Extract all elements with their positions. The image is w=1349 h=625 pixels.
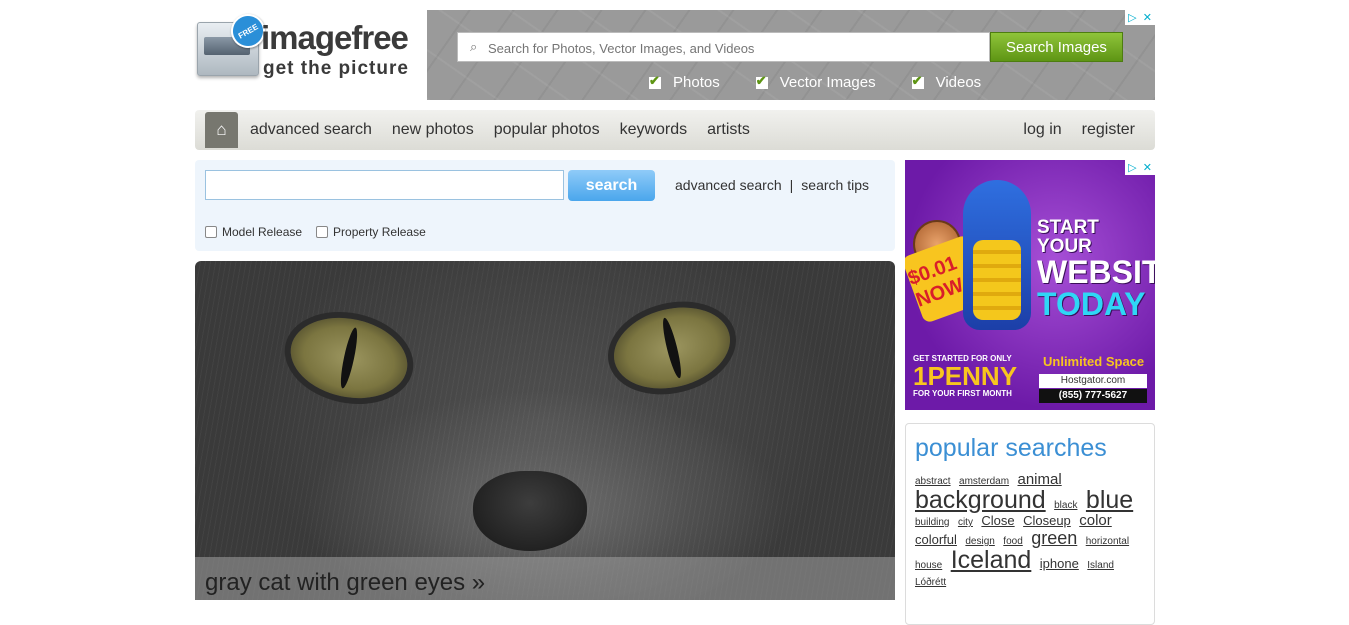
ad-search-input[interactable] — [486, 37, 985, 59]
tag-link[interactable]: Iceland — [951, 546, 1032, 574]
ad-headline-line: TODAY — [1037, 286, 1146, 322]
ad-penny-line2: FOR YOUR FIRST MONTH — [913, 389, 1012, 398]
checkbox-icon[interactable] — [316, 226, 329, 238]
home-icon: ⌂ — [216, 120, 227, 139]
ad-info-icon[interactable]: ▷ — [1128, 11, 1136, 24]
featured-caption-bar[interactable]: gray cat with green eyes » — [195, 557, 895, 600]
ad-unlimited: Unlimited Space — [1043, 354, 1145, 369]
search-panel: search advanced search | search tips Model… — [195, 160, 895, 251]
featured-caption[interactable]: gray cat with green eyes » — [205, 569, 485, 597]
checkbox-checked-icon[interactable] — [911, 73, 924, 89]
search-button[interactable]: search — [568, 170, 655, 201]
cat-nose — [473, 471, 587, 551]
checkbox-icon[interactable] — [205, 226, 217, 238]
nav-keywords[interactable]: keywords — [620, 121, 688, 139]
tag-link[interactable]: Lóðrétt — [915, 577, 946, 588]
tag-link[interactable]: iphone — [1040, 556, 1079, 571]
gator-mascot-icon — [963, 180, 1031, 330]
ad-phone: (855) 777-5627 — [1039, 389, 1147, 403]
ad-offer: GET STARTED FOR ONLY 1PENNY FOR YOUR FIR… — [905, 348, 1155, 410]
tag-link[interactable]: colorful — [915, 532, 957, 547]
ad-info-icon[interactable]: ▷ — [1128, 161, 1136, 174]
nav-artists[interactable]: artists — [707, 121, 750, 139]
tag-link[interactable]: city — [958, 517, 973, 528]
ad-close-icon[interactable]: ✕ — [1143, 11, 1152, 24]
search-icon: ⌕ — [470, 39, 478, 54]
tag-link[interactable]: Closeup — [1023, 513, 1071, 528]
tag-link[interactable]: green — [1031, 528, 1077, 548]
ad-check-photos[interactable]: Photos — [649, 73, 720, 91]
model-release-checkbox[interactable]: Model Release — [205, 225, 302, 239]
tag-link[interactable]: black — [1054, 500, 1077, 511]
tag-link[interactable]: Island — [1087, 560, 1114, 571]
checkbox-checked-icon[interactable] — [649, 73, 661, 89]
tag-link[interactable]: building — [915, 517, 949, 528]
popular-searches: popular searches abstract amsterdam anim… — [905, 423, 1155, 625]
popular-searches-title: popular searches — [915, 434, 1107, 462]
property-release-checkbox[interactable]: Property Release — [316, 225, 426, 239]
ad-penny-big: 1PENNY — [913, 361, 1018, 391]
search-input[interactable] — [205, 170, 564, 200]
link-separator: | — [789, 177, 794, 193]
register-link[interactable]: register — [1082, 121, 1135, 139]
nav-popular-photos[interactable]: popular photos — [494, 121, 600, 139]
ad-check-vector-images[interactable]: Vector Images — [755, 73, 876, 91]
nav-links: advanced search new photos popular photo… — [250, 110, 770, 150]
site-logo[interactable]: FREE imagefree get the picture — [195, 7, 421, 86]
ad-type-filters: Photos Vector Images Videos — [649, 73, 1017, 91]
logo-title: imagefree — [261, 19, 409, 56]
advanced-search-link[interactable]: advanced search — [675, 177, 782, 193]
ad-close-icon[interactable]: ✕ — [1143, 161, 1152, 174]
main-nav: ⌂ advanced search new photos popular pho… — [195, 110, 1155, 150]
nav-new-photos[interactable]: new photos — [392, 121, 474, 139]
search-links: advanced search | search tips — [675, 177, 869, 193]
nav-account: log in register — [1023, 110, 1155, 150]
top-ad-banner[interactable]: ▷ ✕ ⌕ Search Images Photos Vector Images… — [427, 10, 1155, 100]
search-images-button[interactable]: Search Images — [990, 32, 1123, 62]
ad-check-label: Photos — [673, 74, 720, 91]
nav-advanced-search[interactable]: advanced search — [250, 121, 372, 139]
search-tips-link[interactable]: search tips — [801, 177, 869, 193]
tag-link[interactable]: horizontal — [1086, 536, 1129, 547]
ad-check-label: Vector Images — [779, 74, 876, 91]
home-button[interactable]: ⌂ — [205, 112, 238, 148]
checkbox-label: Model Release — [222, 225, 303, 239]
ad-check-videos[interactable]: Videos — [911, 73, 982, 91]
featured-photo[interactable]: gray cat with green eyes » — [195, 261, 895, 600]
ad-headline: START YOUR WEBSITE TODAY — [1037, 218, 1155, 320]
release-filters: Model Release Property Release — [205, 225, 440, 239]
sidebar-ad[interactable]: ▷ ✕ $0.01 NOW START YOUR WEBSITE TODAY G… — [905, 160, 1155, 410]
tag-cloud: abstract amsterdam animal background bla… — [915, 472, 1149, 589]
tag-link[interactable]: house — [915, 560, 942, 571]
log-in-link[interactable]: log in — [1023, 121, 1061, 139]
tag-link[interactable]: Close — [981, 513, 1014, 528]
checkbox-label: Property Release — [333, 225, 426, 239]
ad-headline-line: START YOUR — [1037, 217, 1099, 257]
logo-tagline: get the picture — [263, 58, 409, 79]
ad-choices[interactable]: ▷ ✕ — [1125, 10, 1155, 25]
ad-penny-offer: GET STARTED FOR ONLY 1PENNY FOR YOUR FIR… — [913, 354, 1017, 398]
ad-choices[interactable]: ▷ ✕ — [1125, 160, 1155, 175]
page: FREE imagefree get the picture ▷ ✕ ⌕ Sea… — [195, 0, 1155, 625]
tag-link[interactable]: color — [1079, 512, 1112, 529]
ad-search-box: ⌕ — [457, 32, 990, 62]
tag-link[interactable]: blue — [1086, 486, 1133, 514]
ad-check-label: Videos — [935, 74, 982, 91]
tag-link[interactable]: background — [915, 486, 1046, 514]
ad-headline-line: WEBSITE — [1037, 254, 1155, 290]
ad-host: Hostgator.com — [1039, 374, 1147, 388]
checkbox-checked-icon[interactable] — [755, 73, 768, 89]
